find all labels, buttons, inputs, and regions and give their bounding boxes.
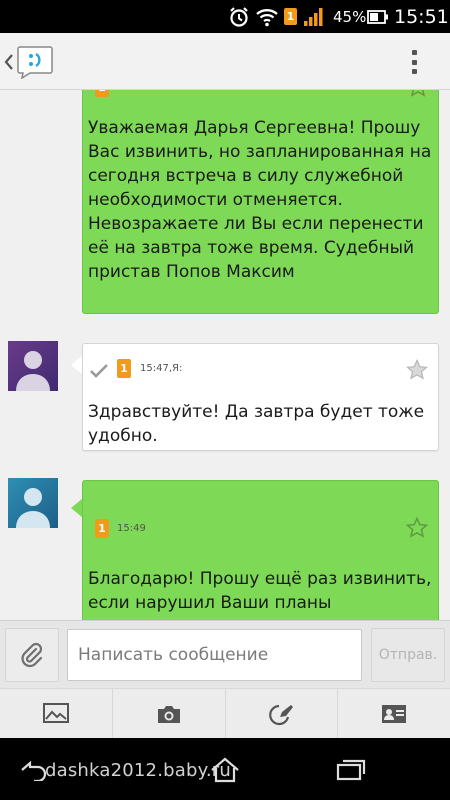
sim-badge: 1: [95, 519, 109, 538]
attach-button[interactable]: [5, 628, 59, 682]
message-timestamp: 15:49: [117, 523, 146, 534]
star-icon[interactable]: [406, 517, 428, 539]
alarm-icon: [228, 0, 250, 33]
attachment-toolbar: [0, 688, 450, 739]
attach-picture-button[interactable]: [0, 689, 113, 739]
star-icon[interactable]: [407, 90, 429, 98]
delivered-check-icon: [90, 364, 108, 378]
message-text: Здравствуйте! Да завтра будет тоже удобн…: [88, 402, 425, 446]
avatar[interactable]: [8, 341, 58, 391]
incoming-message-bubble[interactable]: 1 15:49 Благодарю! Прошу ещё раз извинит…: [82, 480, 439, 620]
wifi-icon: [256, 0, 278, 33]
sketch-icon: [269, 704, 294, 726]
sim-icon: 1: [284, 0, 297, 33]
avatar[interactable]: [8, 478, 58, 528]
incoming-message-bubble[interactable]: 1 Уважаемая Дарья Сергеевна! Прошу Вас и…: [82, 90, 439, 314]
star-icon[interactable]: [406, 359, 428, 381]
picture-icon: [42, 703, 69, 723]
conversation-thread[interactable]: 1 Уважаемая Дарья Сергеевна! Прошу Вас и…: [0, 90, 450, 620]
navigation-bar: dashka2012.baby.ru: [0, 738, 450, 800]
message-text: Благодарю! Прошу ещё раз извинить, если …: [88, 569, 432, 613]
sim-badge: 1: [95, 90, 109, 97]
signal-icon: [303, 0, 325, 33]
attach-contact-button[interactable]: [338, 689, 450, 739]
attach-sketch-button[interactable]: [226, 689, 339, 739]
home-icon: [211, 757, 239, 783]
status-bar: 1 45% 15:51: [0, 0, 450, 33]
compose-bar: Отправ.: [0, 620, 450, 688]
clock: 15:51: [394, 5, 449, 28]
back-chevron-icon[interactable]: [2, 50, 16, 74]
recent-apps-icon: [336, 759, 366, 781]
battery-icon: [367, 0, 389, 33]
message-text: Уважаемая Дарья Сергеевна! Прошу Вас изв…: [88, 118, 432, 282]
overflow-menu-icon[interactable]: [404, 47, 424, 77]
outgoing-message-bubble[interactable]: 1 15:47,Я: Здравствуйте! Да завтра будет…: [82, 343, 439, 451]
camera-icon: [157, 706, 180, 723]
nav-home-button[interactable]: [205, 756, 245, 784]
paperclip-icon: [21, 642, 43, 668]
nav-recent-apps-button[interactable]: [331, 756, 371, 784]
app-logo-icon[interactable]: [16, 45, 54, 80]
message-input[interactable]: [67, 629, 362, 681]
attach-camera-button[interactable]: [113, 689, 226, 739]
message-timestamp: 15:47,Я:: [140, 363, 183, 374]
send-button[interactable]: Отправ.: [371, 628, 445, 682]
sim-badge: 1: [117, 359, 131, 378]
watermark: dashka2012.baby.ru: [45, 760, 232, 781]
battery-percent: 45%: [333, 7, 367, 26]
contact-card-icon: [382, 705, 407, 723]
action-bar: [0, 33, 450, 90]
